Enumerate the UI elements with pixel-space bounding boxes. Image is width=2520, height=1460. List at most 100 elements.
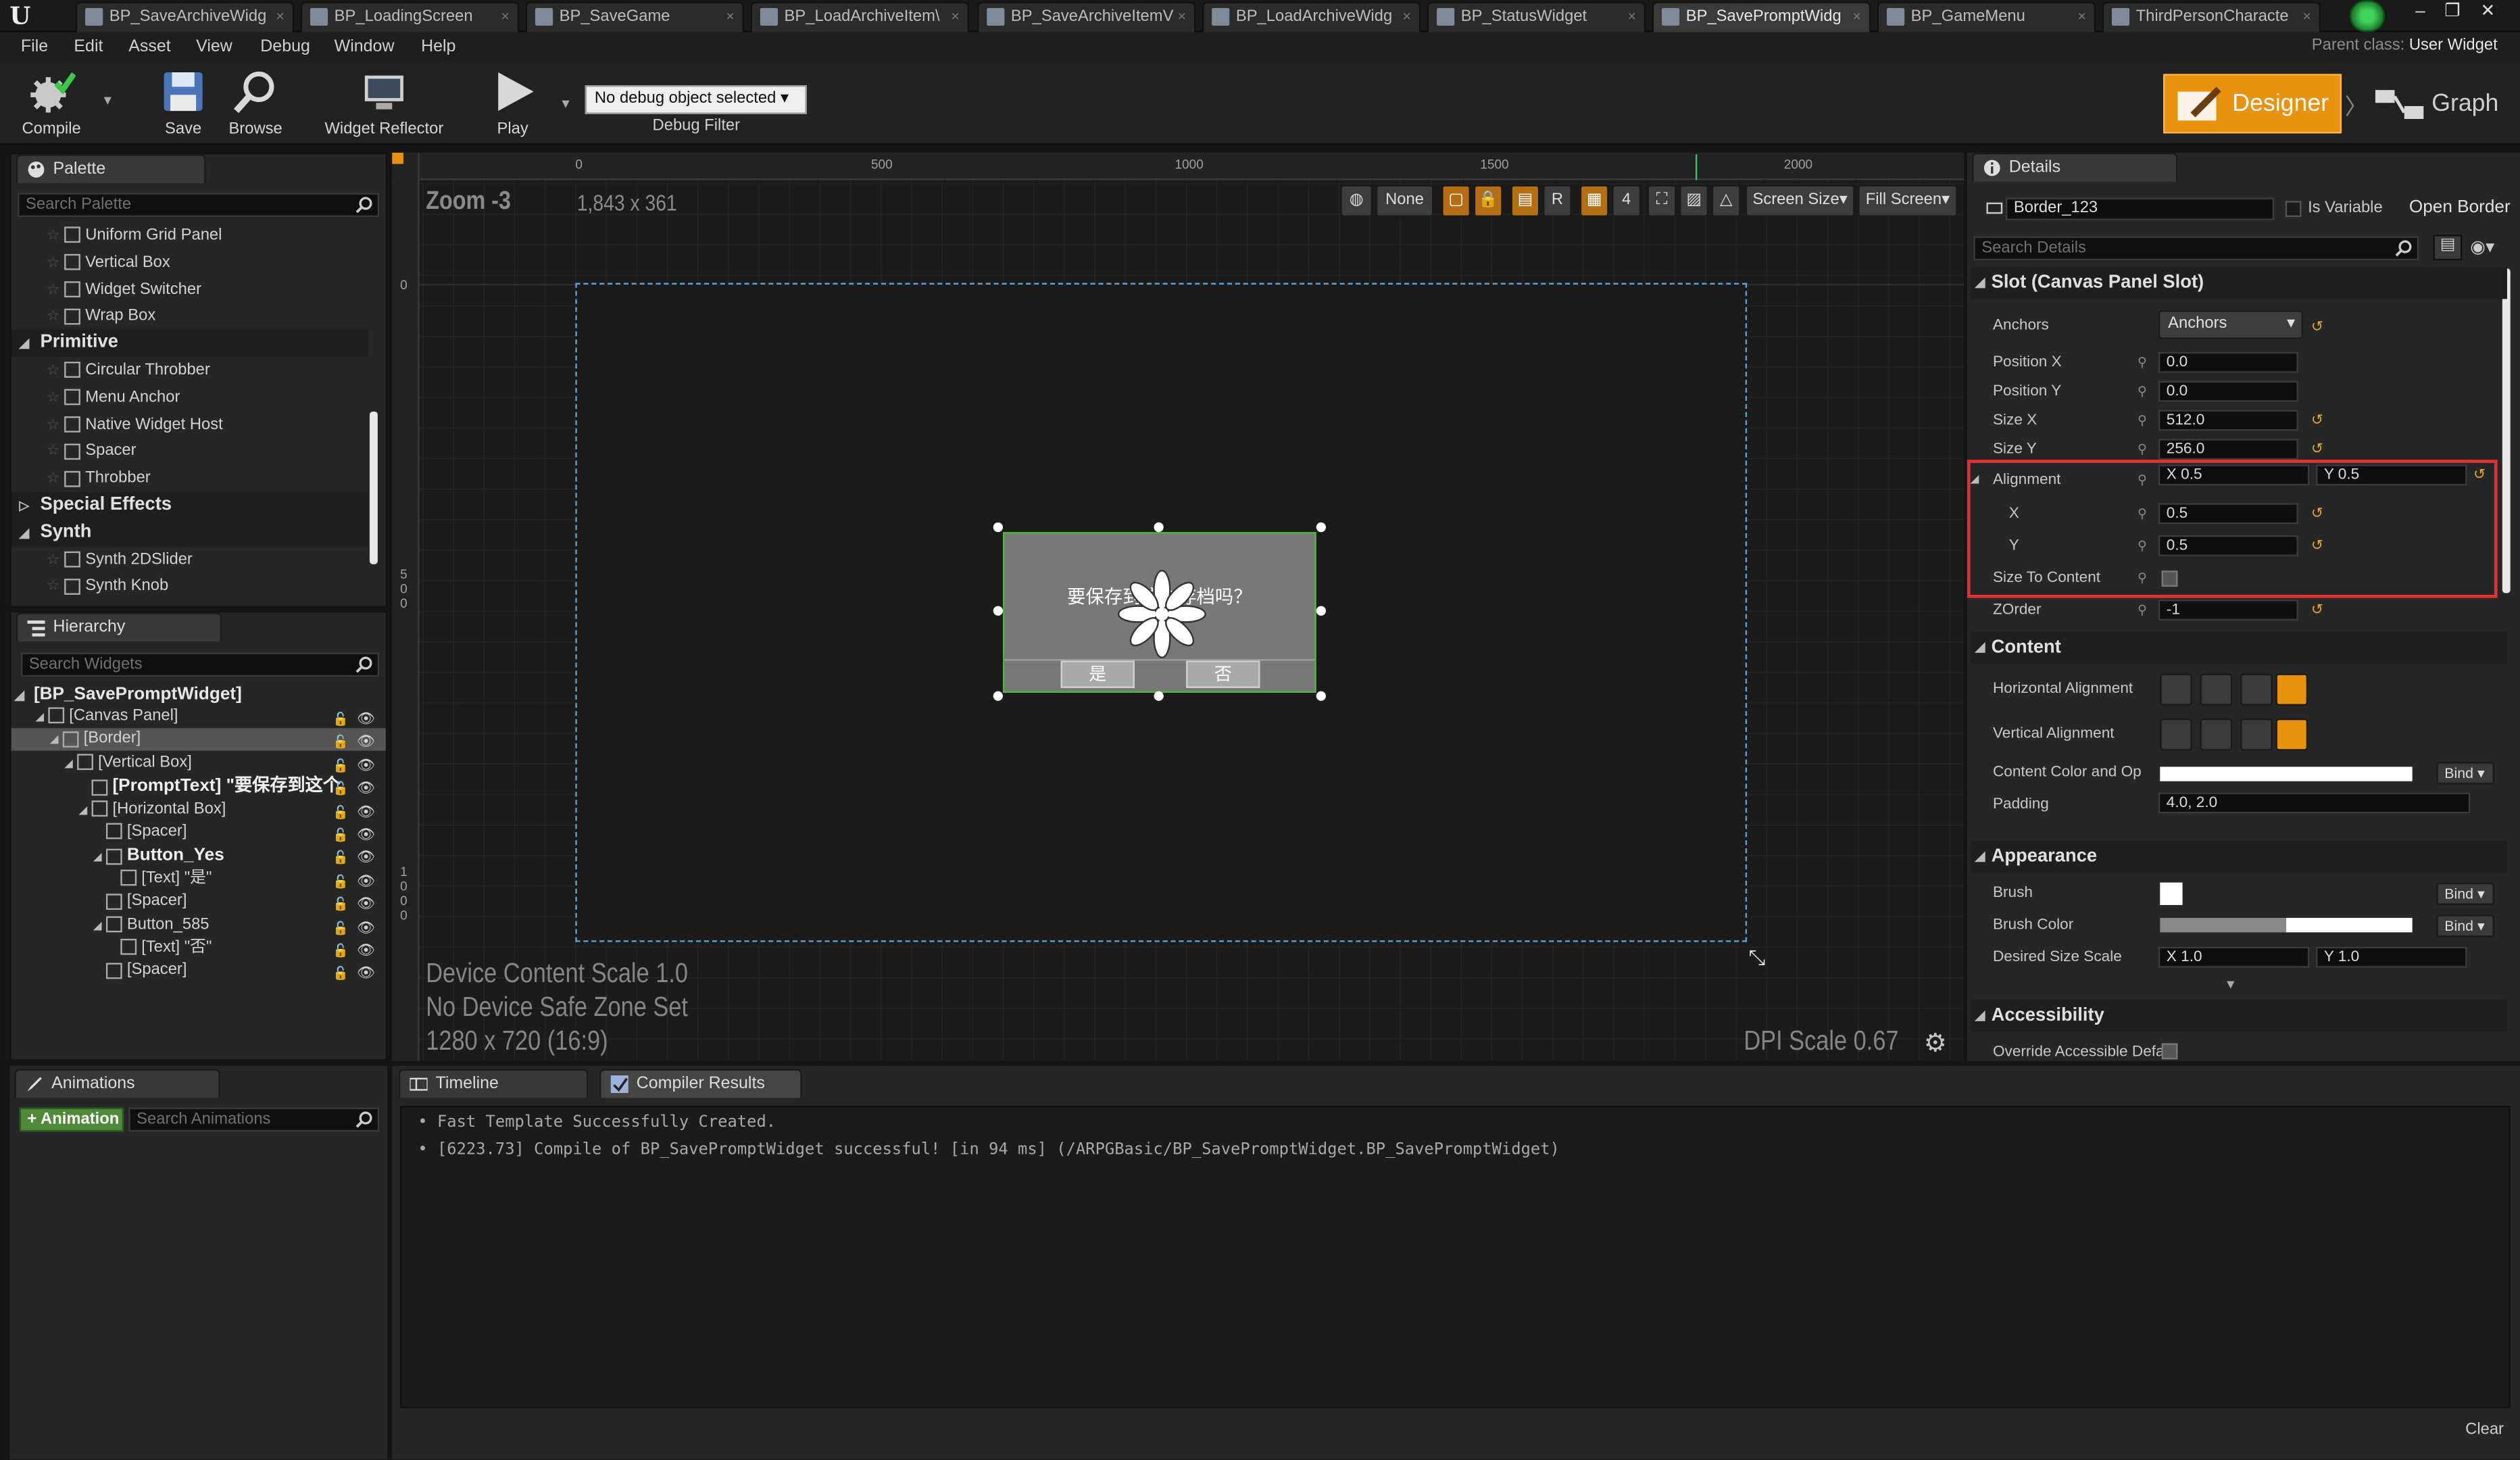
favorite-star-icon[interactable]: ☆: [47, 551, 59, 567]
tab-close-icon[interactable]: ×: [501, 3, 510, 30]
advanced-expand-icon[interactable]: ▼: [2224, 977, 2237, 992]
visibility-eye-icon[interactable]: 👁: [357, 707, 375, 727]
lock-icon[interactable]: 🔓: [332, 871, 350, 888]
favorite-star-icon[interactable]: ☆: [47, 281, 59, 297]
tab-close-icon[interactable]: ×: [951, 3, 960, 30]
palette-category[interactable]: ◢ Synth: [11, 518, 368, 547]
brush-swatch[interactable]: [2160, 882, 2183, 905]
animations-search-input[interactable]: Search Animations: [128, 1107, 380, 1132]
reset-to-default-icon[interactable]: ↺: [2311, 412, 2324, 427]
tab-close-icon[interactable]: ×: [1627, 3, 1636, 30]
tab-close-icon[interactable]: ×: [1852, 3, 1861, 30]
property-link-icon[interactable]: ⚲: [2138, 347, 2147, 380]
lock-icon[interactable]: 🔓: [332, 709, 350, 727]
palette-item[interactable]: ☆ Vertical Box: [11, 249, 368, 276]
hierarchy-row[interactable]: ◢ [Border] 🔓 👁: [11, 729, 386, 753]
open-border-link[interactable]: Open Border: [2409, 198, 2511, 218]
palette-category[interactable]: ▷ Special Effects: [11, 491, 368, 520]
valign-center-icon[interactable]: [2200, 719, 2233, 751]
menu-asset[interactable]: Asset: [128, 37, 170, 57]
hierarchy-row[interactable]: [Text] "否" 🔓 👁: [11, 937, 386, 959]
halign-left-icon[interactable]: [2160, 673, 2192, 706]
grid-snap-icon[interactable]: ▦: [1579, 185, 1609, 218]
respect-locks-icon[interactable]: ▤: [1510, 185, 1540, 218]
favorite-star-icon[interactable]: ☆: [47, 253, 59, 270]
content-section-header[interactable]: ◢ Content: [1970, 631, 2507, 664]
tree-expander-icon[interactable]: ◢: [35, 707, 48, 729]
hierarchy-row[interactable]: ◢ [Horizontal Box] 🔓 👁: [11, 798, 386, 821]
favorite-star-icon[interactable]: ☆: [47, 416, 59, 432]
menu-window[interactable]: Window: [335, 37, 395, 57]
content-color-bind-button[interactable]: Bind ▾: [2436, 762, 2494, 785]
menu-view[interactable]: View: [196, 37, 232, 57]
palette-tab[interactable]: Palette: [16, 154, 206, 184]
hierarchy-row[interactable]: ◢ [Vertical Box] 🔓 👁: [11, 752, 386, 775]
is-variable-checkbox[interactable]: [2285, 201, 2302, 218]
content-color-swatch[interactable]: [2160, 766, 2413, 781]
document-tab[interactable]: BP_StatusWidget ×: [1427, 1, 1646, 32]
halign-center-icon[interactable]: [2200, 673, 2233, 706]
localization-globe-icon[interactable]: ◍: [1340, 185, 1373, 218]
no-button[interactable]: 否: [1186, 660, 1260, 688]
save-prompt-widget-preview[interactable]: 要保存到这个存档吗？ 是 否: [1002, 532, 1316, 693]
visibility-eye-icon[interactable]: 👁: [357, 846, 375, 866]
screen-size-dropdown[interactable]: Screen Size▾: [1745, 185, 1855, 218]
valign-top-icon[interactable]: [2160, 719, 2192, 751]
hierarchy-row[interactable]: [Spacer] 🔓 👁: [11, 891, 386, 913]
palette-item[interactable]: ☆ Menu Anchor: [11, 384, 368, 411]
resize-handle-t[interactable]: [1154, 522, 1164, 533]
compile-button[interactable]: Compile: [13, 64, 90, 141]
tab-close-icon[interactable]: ×: [2077, 3, 2086, 30]
lock-icon[interactable]: 🔓: [332, 848, 350, 865]
size-y-input[interactable]: 256.0: [2158, 439, 2298, 460]
resize-handle-r[interactable]: [1316, 606, 1327, 616]
favorite-star-icon[interactable]: ☆: [47, 470, 59, 486]
visibility-eye-icon[interactable]: 👁: [357, 962, 375, 981]
compile-options-chevron-icon[interactable]: ▼: [101, 93, 114, 107]
grid-size-button[interactable]: 4: [1612, 185, 1641, 218]
palette-item[interactable]: ☆ Wrap Box: [11, 303, 368, 330]
debug-object-select[interactable]: No debug object selected ▾: [585, 85, 807, 114]
palette-item[interactable]: ☆ Synth Knob: [11, 573, 368, 600]
palette-item[interactable]: ☆ Uniform Grid Panel: [11, 222, 368, 249]
tab-close-icon[interactable]: ×: [726, 3, 735, 30]
favorite-star-icon[interactable]: ☆: [47, 226, 59, 243]
resize-handle-tr[interactable]: [1316, 522, 1327, 533]
save-button[interactable]: Save: [154, 64, 212, 141]
details-search-input[interactable]: Search Details: [1973, 236, 2419, 261]
brush-bind-button[interactable]: Bind ▾: [2436, 882, 2494, 905]
property-matrix-icon[interactable]: ▤: [2433, 235, 2463, 261]
hierarchy-row[interactable]: ◢ Button_Yes 🔓 👁: [11, 844, 386, 867]
padding-input[interactable]: 4.0, 2.0: [2158, 792, 2471, 814]
size-x-input[interactable]: 512.0: [2158, 410, 2298, 431]
hierarchy-row[interactable]: [Text] "是" 🔓 👁: [11, 868, 386, 890]
property-link-icon[interactable]: ⚲: [2138, 376, 2147, 408]
widget-name-input[interactable]: Border_123: [2005, 197, 2275, 220]
anchor-flower-icon[interactable]: [1117, 569, 1207, 659]
safe-zone-icon[interactable]: △: [1711, 185, 1741, 218]
hierarchy-row[interactable]: [Spacer] 🔓 👁: [11, 960, 386, 983]
unreal-logo-icon[interactable]: U: [9, 1, 45, 30]
graph-mode-button[interactable]: Graph: [2371, 77, 2515, 132]
tab-close-icon[interactable]: ×: [1403, 3, 1412, 30]
clear-log-button[interactable]: Clear: [2465, 1421, 2504, 1438]
brush-color-bind-button[interactable]: Bind ▾: [2436, 915, 2494, 938]
brush-color-swatch[interactable]: [2160, 917, 2413, 933]
visibility-eye-icon[interactable]: 👁: [357, 823, 375, 842]
lock-icon[interactable]: 🔓: [332, 802, 350, 819]
accessibility-section-header[interactable]: ◢ Accessibility: [1970, 1000, 2507, 1032]
reset-to-default-icon[interactable]: ↺: [2311, 602, 2324, 616]
visibility-eye-icon[interactable]: 👁: [357, 800, 375, 819]
hierarchy-root[interactable]: ◢ [BP_SavePromptWidget]: [11, 681, 386, 708]
tree-expander-icon[interactable]: ◢: [79, 800, 92, 822]
hierarchy-row[interactable]: [PromptText] "要保存到这个 🔓 👁: [11, 775, 386, 798]
tree-expander-icon[interactable]: ◢: [50, 731, 63, 753]
palette-item[interactable]: ☆ Throbber: [11, 465, 368, 492]
close-icon[interactable]: ✕: [2472, 0, 2504, 26]
visibility-eye-icon[interactable]: 👁: [357, 731, 375, 750]
resize-handle-l[interactable]: [993, 606, 1003, 616]
lock-icon[interactable]: 🔓: [332, 940, 350, 958]
browse-button[interactable]: Browse: [224, 64, 288, 141]
halign-right-icon[interactable]: [2240, 673, 2273, 706]
document-tab[interactable]: ThirdPersonCharacte ×: [2102, 1, 2321, 32]
